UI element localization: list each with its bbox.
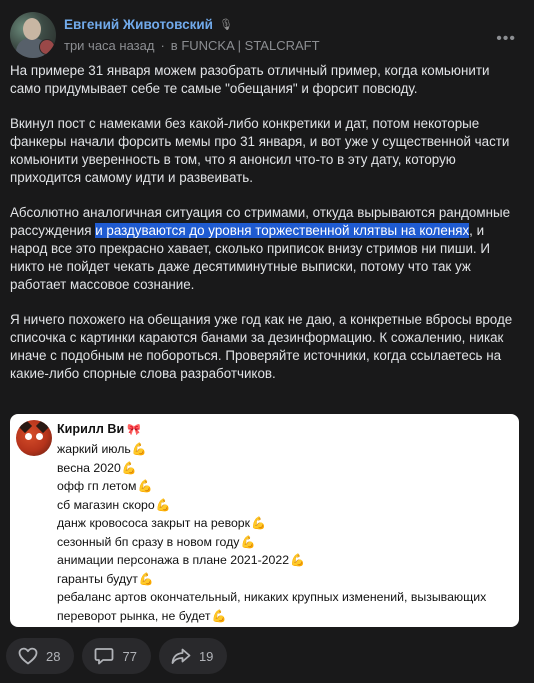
flexed-biceps-icon: 💪 xyxy=(211,608,227,623)
paragraph-2: Вкинул пост с намеками без какой-либо ко… xyxy=(10,116,510,185)
flexed-biceps-icon: 💪 xyxy=(121,460,137,475)
post-time[interactable]: три часа назад xyxy=(64,38,154,53)
post-source[interactable]: в FUNCKA | STALCRAFT xyxy=(171,38,320,53)
comment-icon xyxy=(95,648,114,665)
flexed-biceps-icon: 💪 xyxy=(251,516,266,530)
share-button[interactable]: 19 xyxy=(158,638,228,674)
card-list: жаркий июль💪 весна 2020💪 офф гп летом💪 сб м… xyxy=(57,440,486,627)
post-actions: 28 77 19 xyxy=(6,638,228,674)
post-text: На примере 31 января можем разобрать отл… xyxy=(10,62,520,400)
paragraph-3: Абсолютно аналогичная ситуация со стрима… xyxy=(10,205,511,292)
comment-count: 77 xyxy=(122,648,137,664)
flexed-biceps-icon: 💪 xyxy=(137,479,153,493)
card-list-item: весна 2020💪 xyxy=(57,460,137,475)
selected-text: и раздуваются до уровня торжественной кл… xyxy=(95,223,470,238)
share-icon xyxy=(171,648,191,664)
bow-icon: 🎀 xyxy=(127,424,141,436)
like-button[interactable]: 28 xyxy=(6,638,75,674)
flexed-biceps-icon: 💪 xyxy=(155,497,171,512)
more-options-icon[interactable]: ••• xyxy=(496,30,516,48)
card-author-name: Кирилл Ви 🎀 xyxy=(57,422,141,436)
share-count: 19 xyxy=(198,648,214,664)
author-avatar[interactable] xyxy=(10,12,56,58)
card-list-item: ребаланс обвесов перед нг💪 xyxy=(57,625,486,627)
card-list-item: переворот рынка, не будет💪 xyxy=(57,608,227,623)
card-list-item: сб магазин скоро💪 xyxy=(57,497,171,512)
card-list-item: гаранты будут💪 xyxy=(57,571,154,586)
paragraph-1: На примере 31 января можем разобрать отл… xyxy=(10,63,490,96)
flexed-biceps-icon: 💪 xyxy=(290,553,305,567)
card-list-item: жаркий июль💪 xyxy=(57,442,147,456)
paragraph-4: Я ничего похожего на обещания уже год ка… xyxy=(10,312,513,381)
separator: · xyxy=(160,38,165,53)
post-meta: Евгений Животовский 🎙 три часа назад · в… xyxy=(64,12,320,58)
flexed-biceps-icon: 💪 xyxy=(131,442,147,456)
card-list-item: офф гп летом💪 xyxy=(57,479,153,493)
like-count: 28 xyxy=(46,648,61,664)
card-avatar xyxy=(16,420,52,456)
flexed-biceps-icon: 💪 xyxy=(240,534,256,549)
post-header: Евгений Животовский 🎙 три часа назад · в… xyxy=(10,12,320,58)
card-list-item: анимации персонажа в плане 2021-2022💪 xyxy=(57,553,305,567)
comment-button[interactable]: 77 xyxy=(82,638,151,674)
card-list-item: сезонный бп сразу в новом году💪 xyxy=(57,534,256,549)
author-name[interactable]: Евгений Животовский xyxy=(64,17,213,32)
attached-image[interactable]: Кирилл Ви 🎀 жаркий июль💪 весна 2020💪 офф гп… xyxy=(10,414,519,627)
card-list-item: ребаланс артов окончательный, никаких кр… xyxy=(57,590,487,604)
microphone-icon: 🎙 xyxy=(218,18,233,31)
card-list-item: данж кровососа закрыт на реворк💪 xyxy=(57,516,266,530)
post: Евгений Животовский 🎙 три часа назад · в… xyxy=(0,0,534,683)
heart-icon xyxy=(18,647,38,665)
flexed-biceps-icon: 💪 xyxy=(138,571,154,586)
